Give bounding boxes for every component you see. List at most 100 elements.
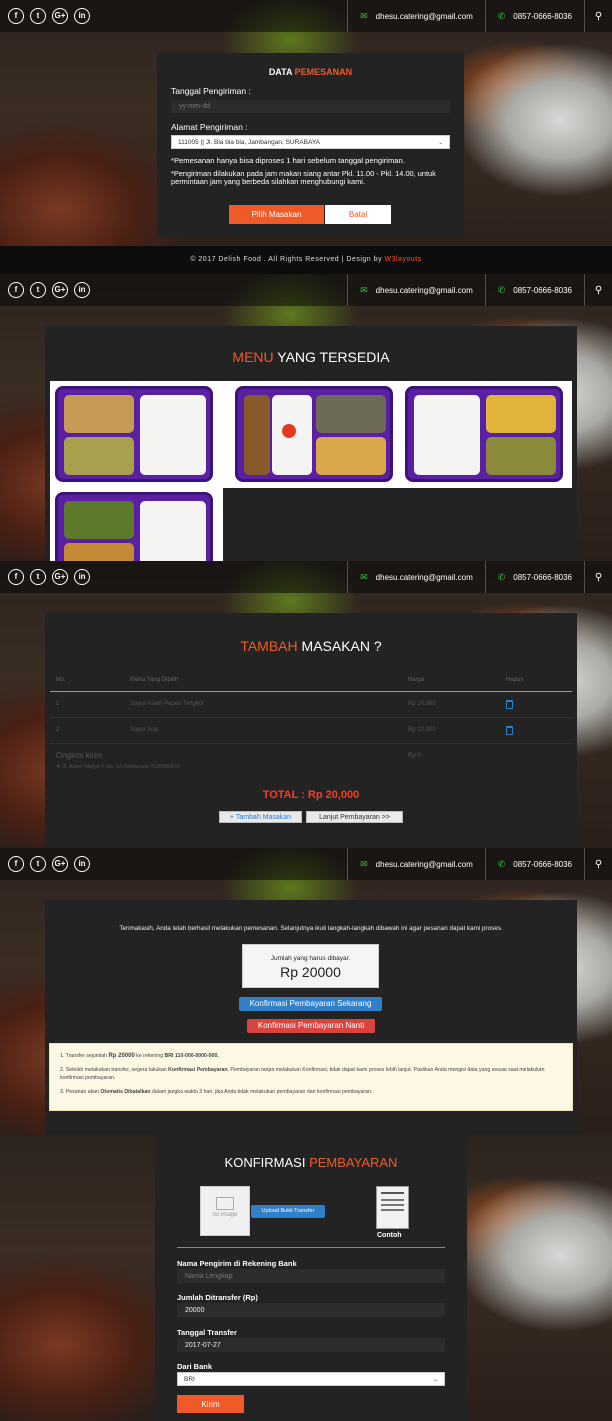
sender-label: Nama Pengirim di Rekening Bank: [177, 1259, 297, 1268]
payment-panel: KONFIRMASI PEMBAYARAN no image Upload Bu…: [155, 1135, 467, 1421]
facebook-icon[interactable]: f: [8, 856, 24, 872]
search-button[interactable]: ⚲: [584, 274, 612, 306]
payment-title: KONFIRMASI PEMBAYARAN: [224, 1155, 398, 1170]
address-value: 111005 || Jl. Bla bla bla, Jambangan, SU…: [178, 138, 321, 146]
col-price: Harga: [408, 677, 425, 683]
table-header-divider: [50, 691, 572, 692]
search-icon: ⚲: [594, 571, 603, 583]
top-bar: f t G+ in ✉ dhesu.catering@gmail.com ✆ 085…: [0, 848, 612, 880]
cancel-button[interactable]: Batal: [325, 205, 391, 224]
phone-contact[interactable]: ✆ 0857-0666-8036: [484, 0, 584, 32]
facebook-icon[interactable]: f: [8, 8, 24, 24]
order-note-2: *Pengiriman dilakukan pada jam makan sia…: [171, 169, 436, 186]
search-button[interactable]: ⚲: [584, 848, 612, 880]
chevron-down-icon: ⌄: [432, 1376, 438, 1383]
transfer-date-input[interactable]: 2017-07-27: [177, 1338, 445, 1352]
bank-select[interactable]: BRI ⌄: [177, 1372, 445, 1386]
col-menu: Menu Yang Dipilih: [130, 677, 179, 683]
twitter-icon[interactable]: t: [30, 8, 46, 24]
continue-payment-button[interactable]: Lanjut Pembayaran >>: [306, 811, 403, 823]
row-divider: [50, 717, 572, 718]
delivery-date-input[interactable]: yy-mm-dd: [171, 100, 450, 113]
email-text: dhesu.catering@gmail.com: [375, 572, 473, 582]
envelope-icon: ✉: [360, 284, 368, 295]
amount-transferred-label: Jumlah Ditransfer (Rp): [177, 1293, 258, 1302]
search-button[interactable]: ⚲: [584, 561, 612, 593]
menu-item-1[interactable]: [55, 386, 213, 482]
linkedin-icon[interactable]: in: [74, 8, 90, 24]
cart-panel: TAMBAH MASAKAN ? No. Menu Yang Dipilih H…: [45, 613, 577, 848]
email-contact[interactable]: ✉ dhesu.catering@gmail.com: [347, 848, 485, 880]
search-icon: ⚲: [594, 10, 603, 22]
no-image-text: no image: [212, 1212, 238, 1218]
google-plus-icon[interactable]: G+: [52, 282, 68, 298]
submit-button[interactable]: Kirim: [177, 1395, 244, 1413]
facebook-icon[interactable]: f: [8, 282, 24, 298]
phone-contact[interactable]: ✆ 0857-0666-8036: [484, 561, 584, 593]
phone-contact[interactable]: ✆ 0857-0666-8036: [484, 848, 584, 880]
google-plus-icon[interactable]: G+: [52, 8, 68, 24]
menu-title: MENU YANG TERSEDIA: [232, 349, 390, 365]
search-icon: ⚲: [594, 858, 603, 870]
step-2: 2. Setelah melakukan transfer, segera la…: [60, 1067, 545, 1081]
envelope-icon: ✉: [360, 571, 368, 582]
phone-text: 0857-0666-8036: [513, 11, 572, 21]
bank-value: BRI: [184, 1375, 195, 1383]
footer-text: © 2017 Delish Food . All Rights Reserved…: [190, 256, 383, 263]
email-contact[interactable]: ✉ dhesu.catering@gmail.com: [347, 274, 485, 306]
email-text: dhesu.catering@gmail.com: [375, 11, 473, 21]
image-icon: [216, 1197, 234, 1210]
choose-food-button[interactable]: Pilih Masakan: [229, 205, 324, 224]
screen-cart: f t G+ in ✉ dhesu.catering@gmail.com ✆ 085…: [0, 561, 612, 848]
add-food-button[interactable]: + Tambah Masakan: [219, 811, 302, 823]
email-contact[interactable]: ✉ dhesu.catering@gmail.com: [347, 0, 485, 32]
row-price: Rp 10,000: [408, 727, 436, 733]
twitter-icon[interactable]: t: [30, 856, 46, 872]
confirm-now-button[interactable]: Konfirmasi Pembayaran Sekarang: [239, 997, 382, 1011]
payment-steps: 1. Transfer sejumlah Rp 20000 ke rekenin…: [49, 1043, 573, 1111]
cart-total: TOTAL : Rp 20,000: [262, 789, 360, 801]
row-no: 2: [56, 727, 60, 733]
footer-link[interactable]: W3layouts: [385, 256, 422, 263]
sender-input[interactable]: Nama Lengkap: [177, 1269, 445, 1283]
top-bar: f t G+ in ✉ dhesu.catering@gmail.com ✆ 085…: [0, 561, 612, 593]
linkedin-icon[interactable]: in: [74, 282, 90, 298]
phone-contact[interactable]: ✆ 0857-0666-8036: [484, 274, 584, 306]
col-delete: Hapus: [506, 677, 524, 683]
step-3: 3. Pesanan akan Otomatis Dibatalkan dala…: [60, 1089, 373, 1095]
phone-text: 0857-0666-8036: [513, 285, 572, 295]
row-menu: Sayur Sop: [130, 727, 159, 733]
shipping-price: Rp 0: [408, 753, 421, 759]
bank-label: Dari Bank: [177, 1362, 213, 1371]
menu-item-3[interactable]: [405, 386, 563, 482]
linkedin-icon[interactable]: in: [74, 856, 90, 872]
upload-transfer-button[interactable]: Upload Bukti Transfer: [251, 1205, 325, 1218]
top-bar: f t G+ in ✉ dhesu.catering@gmail.com ✆ 085…: [0, 274, 612, 306]
delivery-address-select[interactable]: 111005 || Jl. Bla bla bla, Jambangan, SU…: [171, 135, 450, 149]
screen-payment-confirm: KONFIRMASI PEMBAYARAN no image Upload Bu…: [0, 1135, 612, 1421]
example-label: Contoh: [377, 1232, 402, 1239]
menu-item-2[interactable]: [235, 386, 393, 482]
top-bar: f t G+ in ✉ dhesu.catering@gmail.com ✆ 085…: [0, 0, 612, 32]
shipping-address: ➤ Jl. Asem Mulya V No. 54 Asemrowo SURAB…: [56, 764, 180, 770]
confirm-later-button[interactable]: Konfirmasi Pembayaran Nanti: [247, 1019, 375, 1033]
twitter-icon[interactable]: t: [30, 569, 46, 585]
chevron-down-icon: ⌄: [437, 139, 443, 146]
google-plus-icon[interactable]: G+: [52, 569, 68, 585]
search-button[interactable]: ⚲: [584, 0, 612, 32]
menu-item-4[interactable]: [55, 492, 213, 561]
trash-icon[interactable]: [506, 726, 513, 735]
email-contact[interactable]: ✉ dhesu.catering@gmail.com: [347, 561, 485, 593]
twitter-icon[interactable]: t: [30, 282, 46, 298]
phone-icon: ✆: [497, 571, 506, 582]
google-plus-icon[interactable]: G+: [52, 856, 68, 872]
delivery-date-label: Tanggal Pengiriman :: [171, 86, 251, 96]
envelope-icon: ✉: [360, 858, 368, 869]
amount-transferred-input[interactable]: 20000: [177, 1303, 445, 1317]
linkedin-icon[interactable]: in: [74, 569, 90, 585]
trash-icon[interactable]: [506, 700, 513, 709]
screen-order-form: f t G+ in ✉ dhesu.catering@gmail.com ✆ 085…: [0, 0, 612, 274]
amount-label: Jumlah yang harus dibayar.: [270, 955, 351, 962]
facebook-icon[interactable]: f: [8, 569, 24, 585]
cart-title: TAMBAH MASAKAN ?: [240, 638, 382, 654]
